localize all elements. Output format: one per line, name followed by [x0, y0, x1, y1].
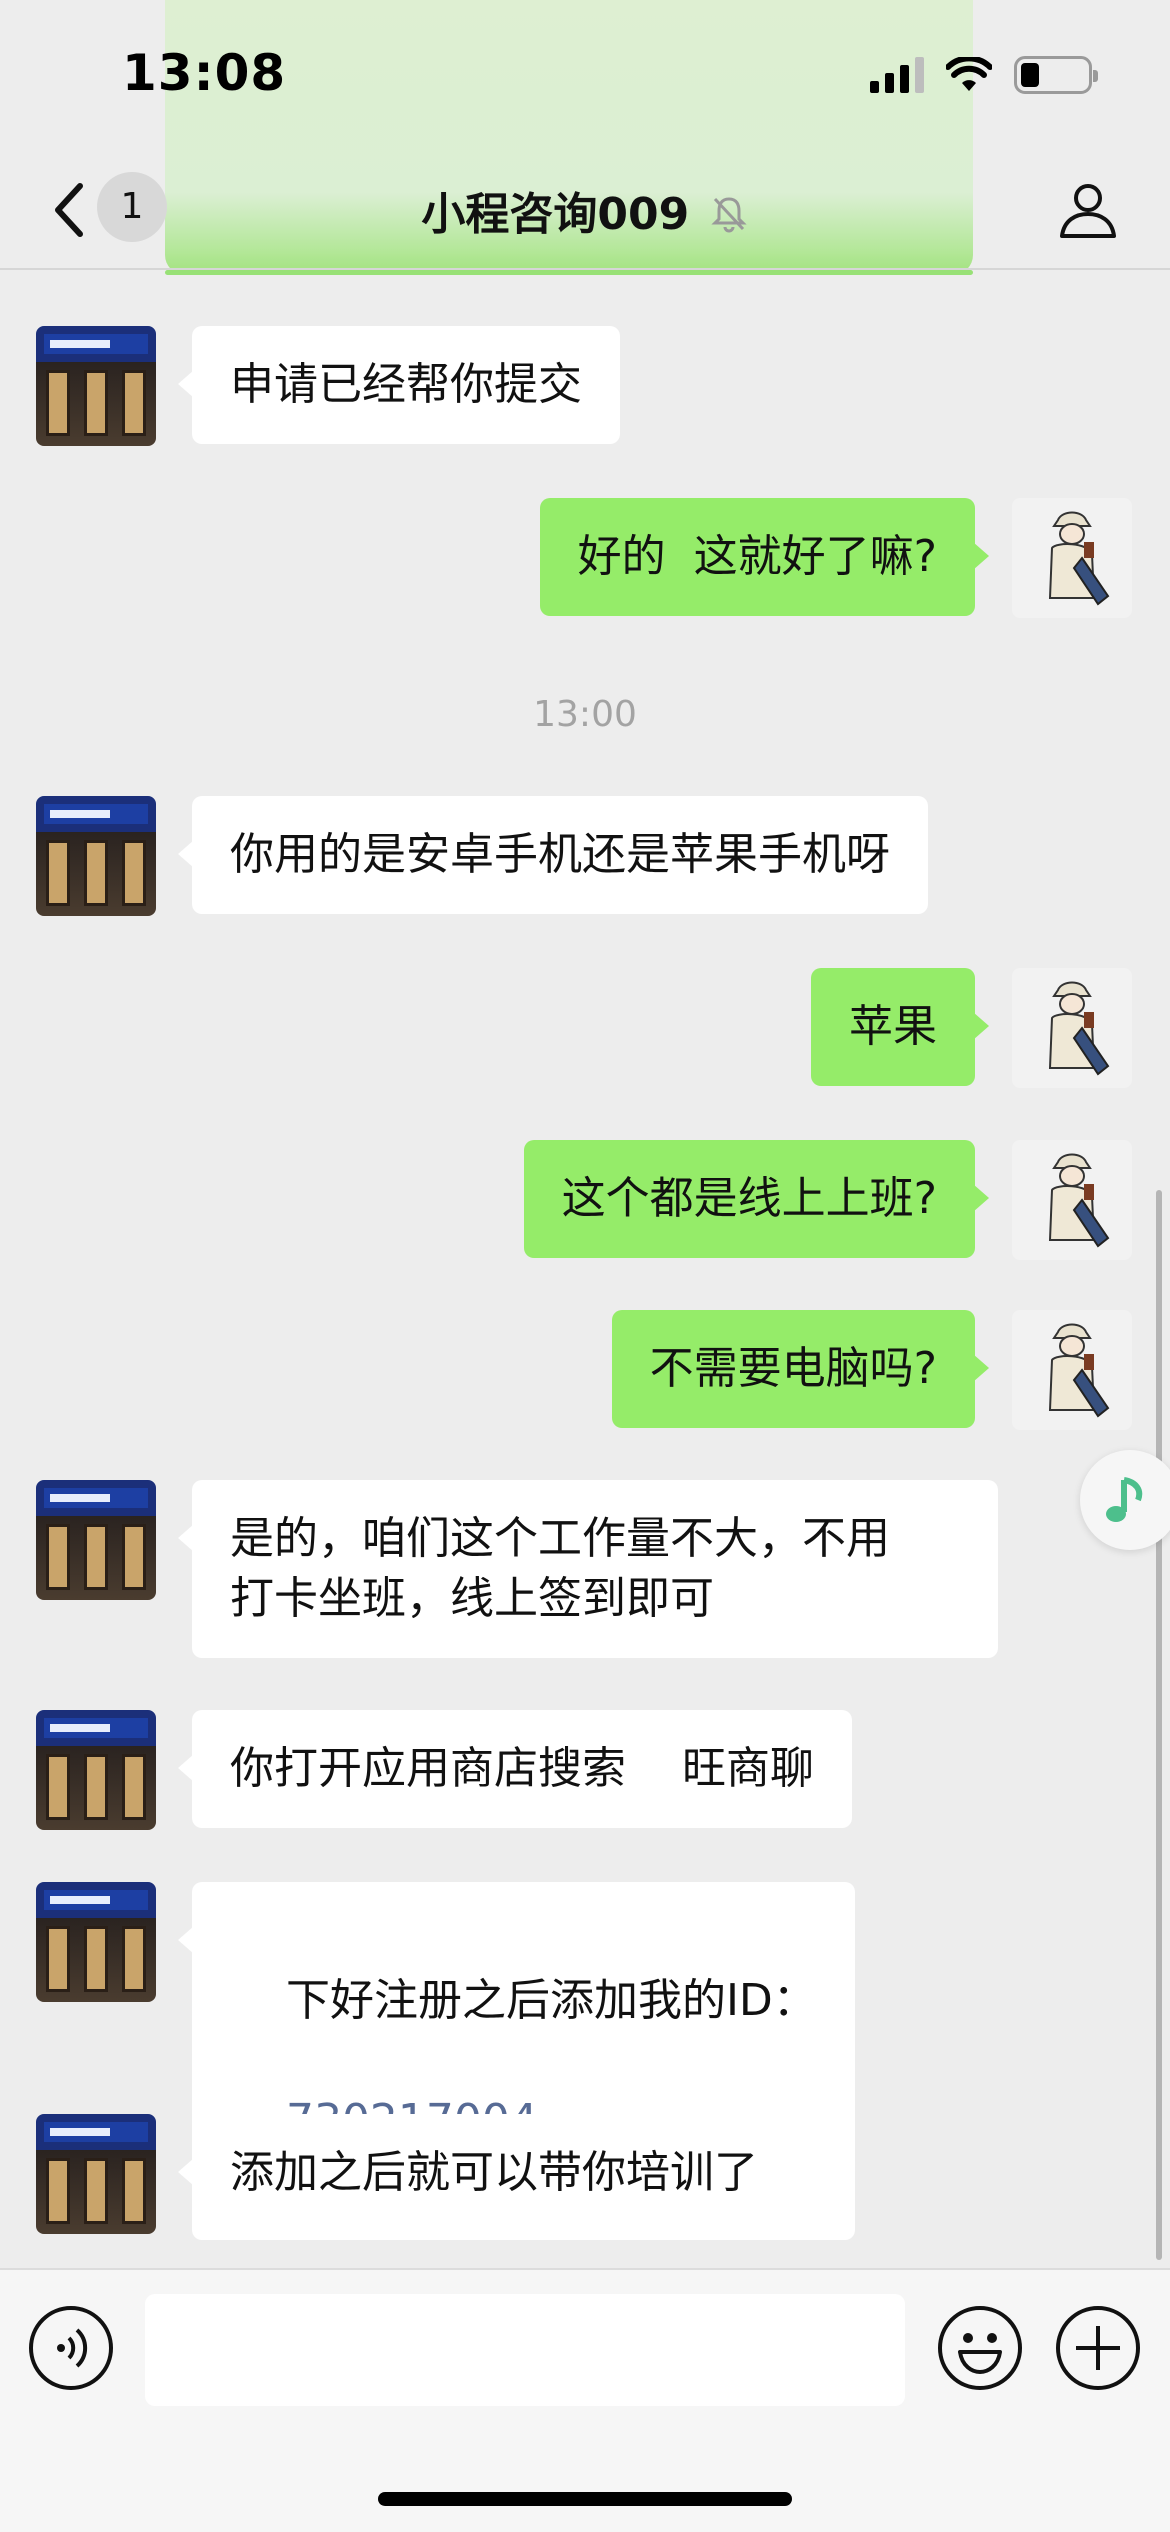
avatar-self[interactable] — [1012, 498, 1132, 618]
avatar-contact[interactable] — [36, 1882, 156, 2002]
plus-icon[interactable] — [1056, 2306, 1140, 2390]
chat-message-list[interactable]: 申请已经帮你提交 好的 这就好了嘛? 13:00 你用的是安卓手机还是苹果手机呀… — [0, 272, 1170, 2268]
status-icons — [870, 56, 1098, 94]
message-bubble-outgoing[interactable]: 这个都是线上上班? — [523, 1140, 990, 1258]
music-note-icon — [1106, 1477, 1143, 1522]
message-bubble-incoming[interactable]: 申请已经帮你提交 — [178, 326, 620, 444]
scrollbar[interactable] — [1156, 1190, 1162, 2260]
message-bubble-outgoing[interactable]: 不需要电脑吗? — [611, 1310, 990, 1428]
avatar-self[interactable] — [1012, 1310, 1132, 1430]
floating-music-button[interactable] — [1080, 1450, 1170, 1550]
message-input[interactable] — [145, 2294, 905, 2406]
message-bubble-incoming[interactable]: 添加之后就可以带你培训了 — [178, 2114, 796, 2232]
message-bubble-outgoing[interactable]: 苹果 — [811, 968, 989, 1086]
message-text: 下好注册之后添加我的ID： — [285, 1975, 817, 2026]
message-bubble-incoming[interactable]: 是的，咱们这个工作量不大，不用 打卡坐班，线上签到即可 — [178, 1480, 998, 1658]
avatar-contact[interactable] — [36, 2114, 156, 2234]
chat-header: 1 小程咨询009 — [0, 150, 1170, 270]
status-time: 13:08 — [122, 44, 287, 102]
wifi-icon — [946, 57, 992, 91]
avatar-self[interactable] — [1012, 1140, 1132, 1260]
voice-icon[interactable] — [29, 2306, 113, 2390]
avatar-contact[interactable] — [36, 1480, 156, 1600]
chat-title: 小程咨询009 — [421, 189, 690, 240]
message-bubble-incoming[interactable]: 你用的是安卓手机还是苹果手机呀 — [178, 796, 928, 914]
battery-icon — [1014, 56, 1098, 94]
emoji-icon[interactable] — [938, 2306, 1022, 2390]
status-bar: 13:08 — [0, 0, 1170, 150]
cellular-signal-icon — [870, 57, 924, 93]
avatar-contact[interactable] — [36, 1710, 156, 1830]
avatar-self[interactable] — [1012, 968, 1132, 1088]
chat-title-wrap: 小程咨询009 — [0, 178, 1170, 242]
person-icon[interactable] — [1056, 178, 1120, 242]
avatar-contact[interactable] — [36, 326, 156, 446]
avatar-contact[interactable] — [36, 796, 156, 916]
home-indicator[interactable] — [378, 2492, 792, 2506]
message-timestamp: 13:00 — [533, 694, 637, 735]
bell-off-icon — [710, 197, 747, 233]
message-bubble-outgoing[interactable]: 好的 这就好了嘛? — [539, 498, 990, 616]
message-bubble-incoming[interactable]: 你打开应用商店搜索 旺商聊 — [178, 1710, 852, 1828]
